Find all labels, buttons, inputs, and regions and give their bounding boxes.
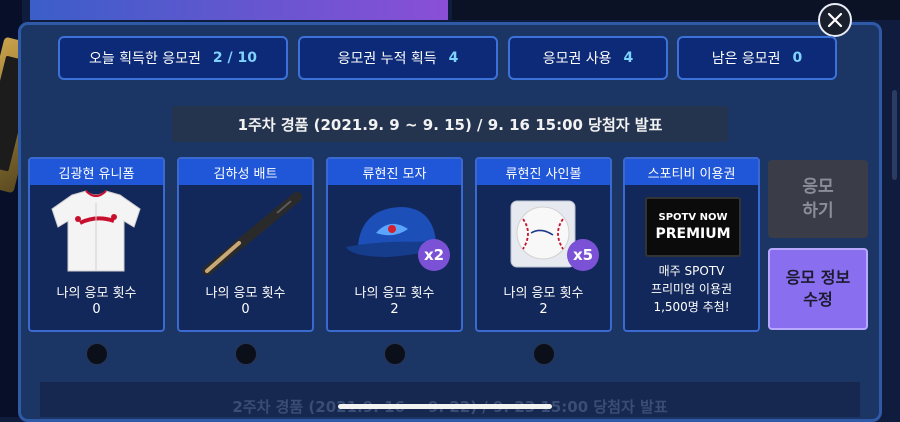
edit-info-button[interactable]: 응모 정보 수정 — [768, 248, 868, 330]
count-badge: x5 — [567, 239, 599, 271]
scrollbar[interactable] — [892, 90, 897, 180]
stat-today-tickets: 오늘 획득한 응모권 2 / 10 — [58, 36, 288, 80]
stat-label: 남은 응모권 — [711, 51, 781, 67]
stat-label: 오늘 획득한 응모권 — [88, 51, 201, 67]
entry-label: 나의 응모 횟수 — [56, 286, 137, 301]
enter-button-line1: 응모 — [802, 177, 834, 197]
prize-title: 김광현 유니폼 — [30, 159, 163, 185]
prize-card-spotv[interactable]: 스포티비 이용권 SPOTV NOW PREMIUM 매주 SPOTV 프리미엄… — [623, 157, 760, 332]
bat-icon — [202, 192, 302, 275]
entry-label: 나의 응모 횟수 — [205, 286, 286, 301]
edit-button-line2: 수정 — [803, 290, 833, 309]
home-indicator[interactable] — [338, 404, 552, 409]
spotv-logo-top: SPOTV NOW — [658, 212, 728, 223]
desc-line: 매주 SPOTV — [658, 264, 725, 278]
selection-dot[interactable] — [533, 343, 555, 365]
jersey-icon — [51, 190, 141, 272]
selection-dot[interactable] — [235, 343, 257, 365]
selection-dot[interactable] — [384, 343, 406, 365]
prize-card-bat[interactable]: 김하성 배트 나의 응모 횟수 0 — [177, 157, 314, 332]
desc-line: 1,500명 추첨! — [653, 300, 730, 314]
top-tab-active[interactable] — [30, 0, 448, 20]
selection-dot[interactable] — [86, 343, 108, 365]
prize-title: 류현진 모자 — [328, 159, 461, 185]
prize-title: 김하성 배트 — [179, 159, 312, 185]
stat-label: 응모권 사용 — [542, 51, 612, 67]
stat-value: 4 — [623, 50, 634, 66]
spotv-logo-icon: SPOTV NOW PREMIUM — [645, 197, 741, 257]
week1-header: 1주차 경품 (2021.9. 9 ~ 9. 15) / 9. 16 15:00… — [172, 106, 728, 142]
prize-title: 스포티비 이용권 — [625, 159, 758, 185]
stat-used-tickets: 응모권 사용 4 — [508, 36, 668, 80]
stat-remaining-tickets: 남은 응모권 0 — [677, 36, 837, 80]
count-badge: x2 — [418, 239, 450, 271]
stat-value: 2 / 10 — [212, 50, 258, 66]
close-icon — [827, 12, 843, 28]
entry-count: 2 — [539, 302, 548, 317]
edit-button-line1: 응모 정보 — [785, 268, 851, 287]
prize-description: 매주 SPOTV 프리미엄 이용권 1,500명 추첨! — [625, 262, 758, 316]
entry-count: 0 — [92, 302, 101, 317]
enter-button-line2: 하기 — [802, 201, 834, 221]
entry-label: 나의 응모 횟수 — [503, 286, 584, 301]
entry-count: 0 — [241, 302, 250, 317]
stat-total-tickets: 응모권 누적 획득 4 — [298, 36, 498, 80]
stat-value: 0 — [792, 50, 803, 66]
enter-button[interactable]: 응모 하기 — [768, 160, 868, 238]
prize-title: 류현진 사인볼 — [477, 159, 610, 185]
close-button[interactable] — [818, 3, 852, 37]
entry-label: 나의 응모 횟수 — [354, 286, 435, 301]
spotv-logo-bottom: PREMIUM — [655, 226, 731, 242]
desc-line: 프리미엄 이용권 — [650, 282, 733, 296]
stat-label: 응모권 누적 획득 — [337, 51, 437, 67]
prize-card-cap[interactable]: 류현진 모자 x2 나의 응모 횟수 2 — [326, 157, 463, 332]
entry-count: 2 — [390, 302, 399, 317]
prize-card-signed-ball[interactable]: 류현진 사인볼 x5 나의 응모 횟수 2 — [475, 157, 612, 332]
stat-value: 4 — [448, 50, 459, 66]
prize-card-jersey[interactable]: 김광현 유니폼 나의 응모 횟수 0 — [28, 157, 165, 332]
